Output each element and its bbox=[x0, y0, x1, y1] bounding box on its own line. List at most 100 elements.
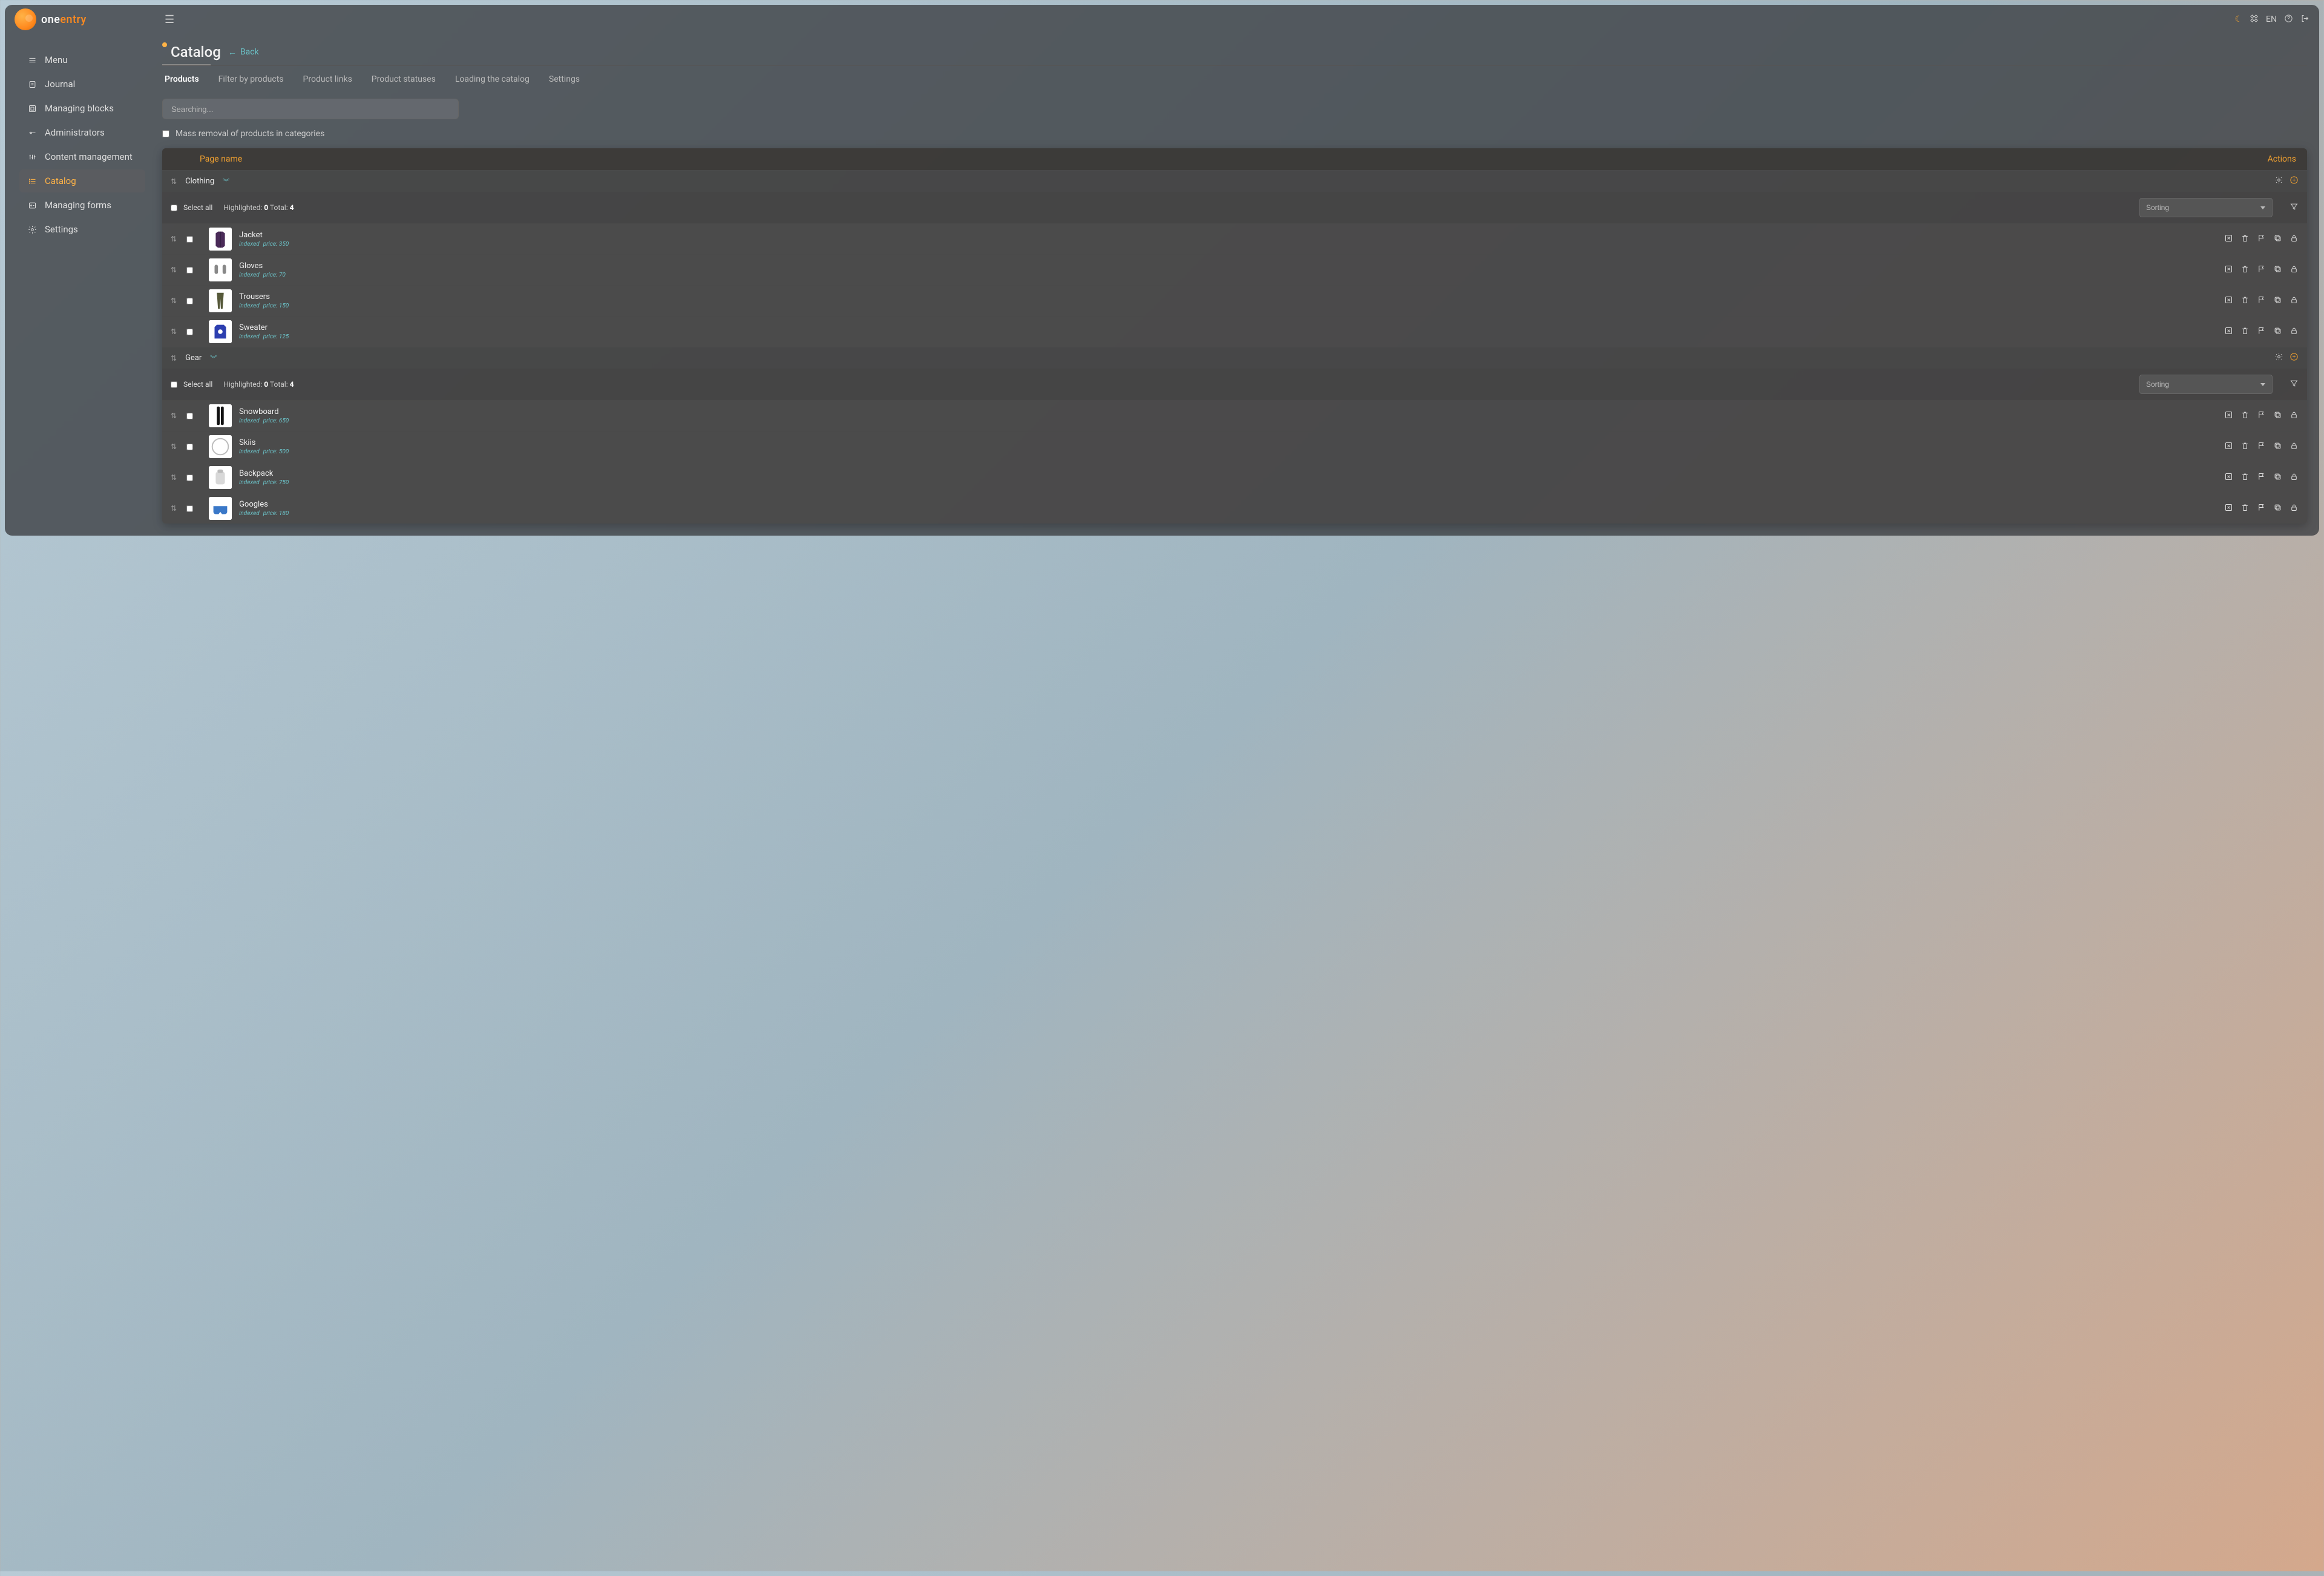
sidebar-item-settings[interactable]: Settings bbox=[19, 218, 145, 241]
product-checkbox[interactable] bbox=[186, 329, 193, 335]
select-all-checkbox[interactable] bbox=[171, 205, 177, 211]
preview-icon[interactable] bbox=[2224, 410, 2233, 422]
sorting-select[interactable]: Sorting bbox=[2139, 375, 2273, 394]
delete-icon[interactable] bbox=[2240, 234, 2250, 245]
drag-handle-icon[interactable]: ⇅ bbox=[171, 473, 177, 482]
delete-icon[interactable] bbox=[2240, 503, 2250, 514]
copy-icon[interactable] bbox=[2273, 326, 2282, 338]
sidebar-item-forms[interactable]: Managing forms bbox=[19, 194, 145, 217]
preview-icon[interactable] bbox=[2224, 503, 2233, 514]
filter-icon[interactable] bbox=[2290, 379, 2299, 390]
lock-icon[interactable] bbox=[2290, 410, 2299, 422]
preview-icon[interactable] bbox=[2224, 472, 2233, 484]
product-checkbox[interactable] bbox=[186, 505, 193, 512]
preview-icon[interactable] bbox=[2224, 441, 2233, 453]
copy-icon[interactable] bbox=[2273, 264, 2282, 276]
search-input[interactable] bbox=[162, 99, 459, 119]
delete-icon[interactable] bbox=[2240, 472, 2250, 484]
product-checkbox[interactable] bbox=[186, 298, 193, 304]
tab-0[interactable]: Products bbox=[162, 70, 202, 89]
preview-icon[interactable] bbox=[2224, 295, 2233, 307]
logout-icon[interactable] bbox=[2300, 14, 2309, 25]
product-row[interactable]: ⇅Glovesindexedprice: 70 bbox=[162, 254, 2307, 285]
flag-icon[interactable] bbox=[2257, 441, 2266, 453]
add-product-icon[interactable] bbox=[2290, 176, 2299, 187]
lock-icon[interactable] bbox=[2290, 503, 2299, 514]
product-row[interactable]: ⇅Backpackindexedprice: 750 bbox=[162, 462, 2307, 493]
filter-icon[interactable] bbox=[2290, 202, 2299, 214]
delete-icon[interactable] bbox=[2240, 410, 2250, 422]
product-checkbox[interactable] bbox=[186, 236, 193, 243]
flag-icon[interactable] bbox=[2257, 410, 2266, 422]
flag-icon[interactable] bbox=[2257, 234, 2266, 245]
sidebar-item-journal[interactable]: Journal bbox=[19, 73, 145, 96]
tab-4[interactable]: Loading the catalog bbox=[453, 70, 532, 89]
flag-icon[interactable] bbox=[2257, 326, 2266, 338]
copy-icon[interactable] bbox=[2273, 410, 2282, 422]
copy-icon[interactable] bbox=[2273, 503, 2282, 514]
flag-icon[interactable] bbox=[2257, 295, 2266, 307]
copy-icon[interactable] bbox=[2273, 295, 2282, 307]
drag-handle-icon[interactable]: ⇅ bbox=[171, 412, 177, 420]
drag-handle-icon[interactable]: ⇅ bbox=[171, 266, 177, 274]
language-selector[interactable]: EN bbox=[2266, 15, 2277, 24]
delete-icon[interactable] bbox=[2240, 264, 2250, 276]
product-checkbox[interactable] bbox=[186, 444, 193, 450]
flag-icon[interactable] bbox=[2257, 472, 2266, 484]
lock-icon[interactable] bbox=[2290, 234, 2299, 245]
tab-5[interactable]: Settings bbox=[547, 70, 582, 89]
preview-icon[interactable] bbox=[2224, 234, 2233, 245]
apps-icon[interactable] bbox=[2250, 14, 2259, 25]
drag-handle-icon[interactable]: ⇅ bbox=[171, 504, 177, 513]
delete-icon[interactable] bbox=[2240, 295, 2250, 307]
delete-icon[interactable] bbox=[2240, 441, 2250, 453]
product-row[interactable]: ⇅Sweaterindexedprice: 125 bbox=[162, 316, 2307, 347]
add-product-icon[interactable] bbox=[2290, 352, 2299, 364]
lock-icon[interactable] bbox=[2290, 472, 2299, 484]
category-settings-icon[interactable] bbox=[2274, 352, 2283, 364]
flag-icon[interactable] bbox=[2257, 264, 2266, 276]
product-row[interactable]: ⇅Jacketindexedprice: 350 bbox=[162, 223, 2307, 254]
tab-2[interactable]: Product links bbox=[301, 70, 355, 89]
drag-handle-icon[interactable]: ⇅ bbox=[171, 177, 177, 186]
lock-icon[interactable] bbox=[2290, 295, 2299, 307]
sidebar-item-content[interactable]: Content management bbox=[19, 145, 145, 168]
drag-handle-icon[interactable]: ⇅ bbox=[171, 327, 177, 336]
drag-handle-icon[interactable]: ⇅ bbox=[171, 235, 177, 243]
copy-icon[interactable] bbox=[2273, 472, 2282, 484]
sidebar-item-catalog[interactable]: Catalog bbox=[19, 169, 145, 192]
lock-icon[interactable] bbox=[2290, 264, 2299, 276]
sidebar-item-admins[interactable]: Administrators bbox=[19, 121, 145, 144]
tab-3[interactable]: Product statuses bbox=[369, 70, 438, 89]
copy-icon[interactable] bbox=[2273, 234, 2282, 245]
product-checkbox[interactable] bbox=[186, 413, 193, 419]
lock-icon[interactable] bbox=[2290, 326, 2299, 338]
drag-handle-icon[interactable]: ⇅ bbox=[171, 442, 177, 451]
collapse-icon[interactable]: ︾ bbox=[223, 177, 228, 186]
sidebar-item-blocks[interactable]: Managing blocks bbox=[19, 97, 145, 120]
delete-icon[interactable] bbox=[2240, 326, 2250, 338]
product-checkbox[interactable] bbox=[186, 474, 193, 481]
drag-handle-icon[interactable]: ⇅ bbox=[171, 354, 177, 363]
product-row[interactable]: ⇅Skiisindexedprice: 500 bbox=[162, 431, 2307, 462]
category-settings-icon[interactable] bbox=[2274, 176, 2283, 187]
theme-toggle-icon[interactable]: ☾ bbox=[2234, 15, 2242, 24]
product-row[interactable]: ⇅Googlesindexedprice: 180 bbox=[162, 493, 2307, 524]
copy-icon[interactable] bbox=[2273, 441, 2282, 453]
sidebar-toggle-icon[interactable]: ☰ bbox=[165, 13, 174, 26]
product-row[interactable]: ⇅Trousersindexedprice: 150 bbox=[162, 285, 2307, 316]
lock-icon[interactable] bbox=[2290, 441, 2299, 453]
preview-icon[interactable] bbox=[2224, 264, 2233, 276]
preview-icon[interactable] bbox=[2224, 326, 2233, 338]
select-all-checkbox[interactable] bbox=[171, 381, 177, 388]
logo[interactable]: oneentry bbox=[15, 8, 160, 30]
help-icon[interactable] bbox=[2284, 14, 2293, 25]
sorting-select[interactable]: Sorting bbox=[2139, 198, 2273, 217]
sidebar-item-menu[interactable]: Menu bbox=[19, 48, 145, 71]
flag-icon[interactable] bbox=[2257, 503, 2266, 514]
collapse-icon[interactable]: ︾ bbox=[210, 353, 215, 363]
back-link[interactable]: ← Back bbox=[228, 47, 259, 57]
product-row[interactable]: ⇅Snowboardindexedprice: 650 bbox=[162, 400, 2307, 431]
tab-1[interactable]: Filter by products bbox=[216, 70, 286, 89]
drag-handle-icon[interactable]: ⇅ bbox=[171, 297, 177, 305]
